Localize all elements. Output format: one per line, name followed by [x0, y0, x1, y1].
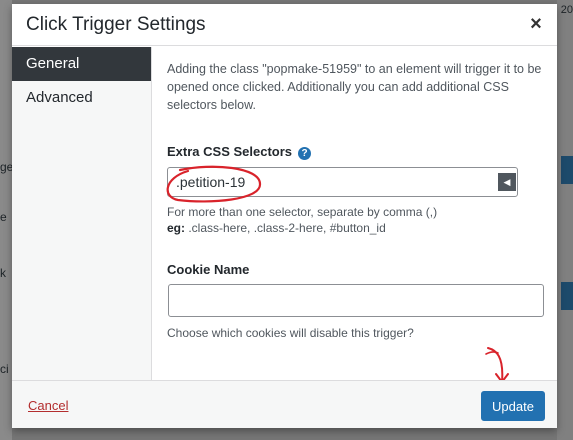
cookie-name-input[interactable] — [168, 284, 544, 317]
click-trigger-settings-modal: Click Trigger Settings × General Advance… — [12, 4, 557, 428]
tab-advanced[interactable]: Advanced — [12, 81, 151, 115]
cancel-link[interactable]: Cancel — [28, 398, 68, 413]
update-button[interactable]: Update — [481, 391, 545, 421]
hint-eg-text: .class-here, .class-2-here, #button_id — [185, 221, 386, 235]
modal-header: Click Trigger Settings × — [12, 4, 557, 46]
help-icon[interactable]: ? — [298, 147, 312, 160]
hint-eg-label: eg: — [167, 221, 185, 235]
background-text-fragment: ci — [0, 362, 9, 376]
extra-css-hint-example: eg: .class-here, .class-2-here, #button_… — [167, 220, 437, 236]
selector-toggle-icon[interactable]: ◀ — [498, 173, 516, 191]
extra-css-selectors-input[interactable] — [167, 167, 518, 197]
trigger-description: Adding the class "popmake-51959" to an e… — [167, 62, 542, 112]
background-button-fragment — [561, 282, 573, 310]
background-right-strip — [557, 0, 573, 440]
background-button-fragment — [561, 156, 573, 184]
modal-title: Click Trigger Settings — [26, 14, 206, 35]
tab-general[interactable]: General — [12, 47, 151, 81]
modal-footer: Cancel Update — [12, 380, 557, 428]
cookie-name-label: Cookie Name — [167, 262, 250, 277]
general-panel: Adding the class "popmake-51959" to an e… — [167, 60, 547, 114]
extra-css-selectors-label-text: Extra CSS Selectors — [167, 144, 293, 159]
background-text-fragment: k — [0, 266, 6, 280]
background-text-fragment: 20 — [560, 4, 573, 16]
background-text-fragment: e — [0, 210, 7, 224]
extra-css-selectors-label: Extra CSS Selectors? — [167, 144, 312, 160]
cookie-hint: Choose which cookies will disable this t… — [167, 326, 414, 340]
close-icon[interactable]: × — [525, 13, 547, 35]
settings-sidebar: General Advanced — [12, 47, 152, 380]
extra-css-hint: For more than one selector, separate by … — [167, 204, 437, 236]
extra-css-hint-line: For more than one selector, separate by … — [167, 205, 438, 219]
